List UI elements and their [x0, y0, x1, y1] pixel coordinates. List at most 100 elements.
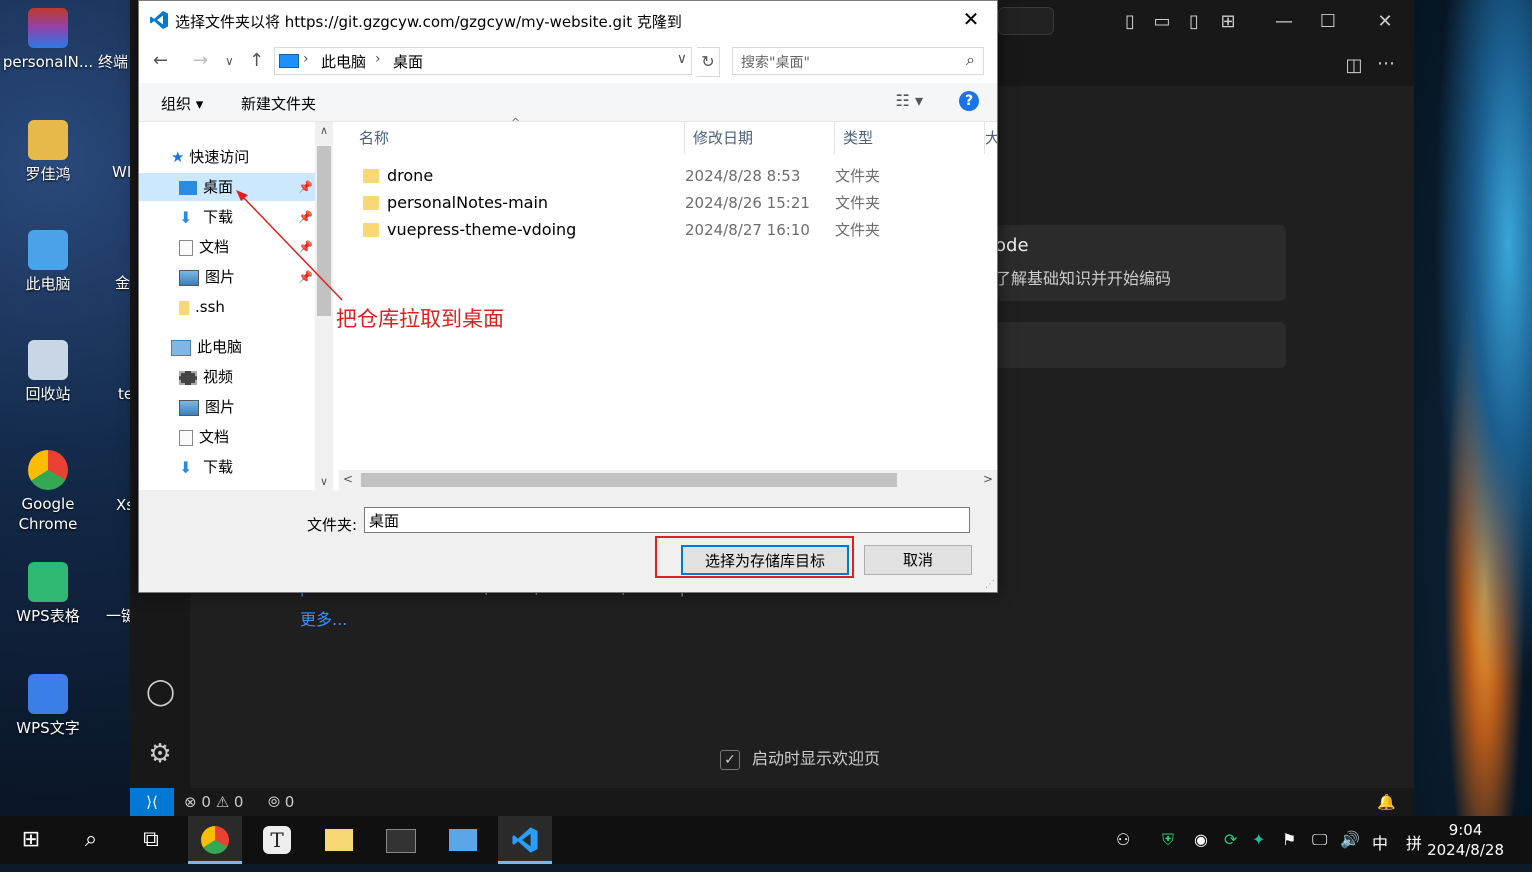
customize-layout-icon[interactable]: ⊞	[1214, 10, 1242, 34]
new-folder-button[interactable]: 新建文件夹	[241, 93, 316, 114]
cancel-button[interactable]: 取消	[864, 545, 972, 575]
navigation-pane: ★ 快速访问 桌面 📌 ⬇ 下载 📌 文档 📌 图片 📌 .ssh 此电脑 视频	[139, 122, 335, 490]
back-arrow-icon[interactable]: ←	[153, 51, 168, 71]
scrollbar-thumb[interactable]	[317, 146, 331, 316]
nav-this-pc[interactable]: 此电脑	[139, 333, 317, 361]
file-list-hscrollbar[interactable]: < >	[339, 470, 997, 490]
nav-item-downloads[interactable]: ⬇ 下载 📌	[139, 203, 317, 231]
address-bar[interactable]: › 此电脑 › 桌面 ∨	[274, 47, 692, 75]
breadcrumb-separator-icon[interactable]: ›	[375, 51, 381, 67]
welcome-walkthrough-card[interactable]: ode 了解基础知识并开始编码	[995, 225, 1286, 301]
desktop-icon-this-pc[interactable]: 此电脑	[0, 230, 96, 294]
taskbar-terminal-icon[interactable]	[374, 816, 428, 864]
ports-indicator[interactable]: ⦾ 0	[268, 792, 294, 812]
checkbox-checked-icon[interactable]: ✓	[720, 749, 740, 770]
maximize-icon[interactable]: ☐	[1314, 10, 1342, 34]
security-shield-icon[interactable]: ⛨	[1162, 830, 1174, 850]
pin-icon[interactable]: 📌	[298, 173, 313, 201]
file-row[interactable]: vuepress-theme-vdoing 2024/8/27 16:10 文件…	[335, 217, 985, 243]
organize-menu[interactable]: 组织 ▾	[161, 93, 203, 114]
nav-item-pictures-pc[interactable]: 图片	[139, 393, 317, 421]
close-window-icon[interactable]: ✕	[1371, 10, 1399, 34]
close-icon[interactable]: ✕	[959, 7, 983, 31]
search-icon[interactable]: ⌕	[64, 816, 118, 864]
nav-item-desktop[interactable]: 桌面 📌	[139, 173, 317, 201]
nav-quick-access[interactable]: ★ 快速访问	[139, 143, 317, 171]
pin-icon[interactable]: 📌	[298, 203, 313, 231]
tray-notification-app-icon[interactable]: ⚑	[1282, 830, 1296, 849]
taskbar-chrome-icon[interactable]	[188, 816, 242, 864]
task-view-icon[interactable]: ⧉	[124, 816, 178, 864]
taskbar-app-icon[interactable]	[436, 816, 490, 864]
command-center[interactable]	[998, 7, 1054, 35]
file-row[interactable]: personalNotes-main 2024/8/26 15:21 文件夹	[335, 190, 985, 216]
tray-sync-icon[interactable]: ⟳	[1224, 830, 1237, 849]
desktop-icon-wps-sheet[interactable]: WPS表格	[0, 562, 96, 626]
more-recent-link[interactable]: 更多...	[300, 606, 347, 630]
forward-arrow-icon[interactable]: →	[193, 51, 208, 71]
document-icon	[179, 239, 193, 256]
remote-indicator-icon[interactable]: ⟩⟨	[130, 788, 174, 816]
notifications-bell-icon[interactable]: 🔔	[1377, 792, 1396, 812]
volume-icon[interactable]: 🔊	[1340, 830, 1360, 849]
settings-gear-icon[interactable]: ⚙	[146, 741, 174, 767]
scroll-up-icon[interactable]: ∧	[315, 124, 333, 137]
desktop-icon-wps-writer[interactable]: WPS文字	[0, 674, 96, 738]
problems-indicator[interactable]: ⊗ 0 ⚠ 0	[184, 792, 243, 812]
tray-network-app-icon[interactable]: ✦	[1252, 830, 1265, 849]
search-box[interactable]: 搜索"桌面" ⌕	[732, 47, 984, 75]
scrollbar-thumb[interactable]	[361, 473, 897, 487]
scroll-right-icon[interactable]: >	[983, 472, 993, 486]
file-row[interactable]: drone 2024/8/28 8:53 文件夹	[335, 163, 985, 189]
up-arrow-icon[interactable]: ↑	[249, 51, 264, 71]
resize-grip-icon[interactable]: ⋰	[985, 579, 995, 590]
help-icon[interactable]: ?	[959, 91, 979, 111]
column-header-size[interactable]: 大	[985, 122, 997, 154]
ime-indicator[interactable]: 中	[1372, 830, 1388, 854]
breadcrumb-separator-icon[interactable]: ›	[303, 51, 309, 67]
refresh-icon[interactable]: ↻	[697, 47, 720, 77]
toggle-sidebar-icon[interactable]: ▯	[1116, 10, 1144, 34]
pin-icon[interactable]: 📌	[298, 263, 313, 291]
scroll-left-icon[interactable]: <	[343, 472, 353, 486]
desktop-icon-chrome[interactable]: Google Chrome	[0, 450, 96, 534]
nav-item-pictures[interactable]: 图片 📌	[139, 263, 317, 291]
people-icon[interactable]: ⚇	[1116, 830, 1130, 849]
nav-item-videos[interactable]: 视频	[139, 363, 317, 391]
view-options-icon[interactable]: ☷ ▾	[896, 91, 923, 110]
network-icon[interactable]: 🖵	[1312, 830, 1327, 850]
taskbar-file-explorer-icon[interactable]	[312, 816, 366, 864]
split-editor-icon[interactable]: ◫	[1340, 54, 1368, 78]
account-icon[interactable]: ◯	[146, 679, 175, 705]
desktop-icon-winrar[interactable]: personalN...	[0, 8, 96, 72]
start-windows-icon[interactable]: ⊞	[4, 816, 58, 864]
column-header-type[interactable]: 类型	[835, 122, 985, 154]
pin-icon[interactable]: 📌	[298, 233, 313, 261]
taskbar-typora-icon[interactable]: T	[250, 816, 304, 864]
tray-app-icon[interactable]: ◉	[1194, 830, 1208, 849]
breadcrumb-this-pc[interactable]: 此电脑	[321, 51, 366, 72]
column-header-date[interactable]: 修改日期	[685, 122, 835, 154]
folder-name-input[interactable]: 桌面	[364, 507, 970, 533]
system-clock[interactable]: 9:04 2024/8/28	[1427, 820, 1504, 860]
desktop-icon-user[interactable]: 罗佳鸿	[0, 120, 96, 184]
toggle-secondary-sidebar-icon[interactable]: ▯	[1180, 10, 1208, 34]
more-actions-icon[interactable]: ⋯	[1372, 52, 1400, 76]
nav-scrollbar[interactable]: ∧ ∨	[315, 122, 333, 490]
nav-item-downloads-pc[interactable]: ⬇ 下载	[139, 453, 317, 481]
toggle-panel-icon[interactable]: ▭	[1148, 10, 1176, 34]
ime-mode-icon[interactable]: 拼	[1406, 830, 1422, 854]
show-welcome-on-startup[interactable]: ✓ 启动时显示欢迎页	[720, 748, 880, 770]
breadcrumb-desktop[interactable]: 桌面	[393, 51, 423, 72]
nav-item-ssh[interactable]: .ssh	[139, 293, 317, 321]
taskbar-vscode-icon[interactable]	[498, 816, 552, 864]
desktop-icon-recycle-bin[interactable]: 回收站	[0, 340, 96, 404]
recent-locations-chevron-icon[interactable]: ∨	[225, 51, 234, 71]
nav-item-documents[interactable]: 文档 📌	[139, 233, 317, 261]
search-input[interactable]: 搜索"桌面"	[741, 52, 810, 72]
nav-item-documents-pc[interactable]: 文档	[139, 423, 317, 451]
welcome-walkthrough-card-2[interactable]	[995, 322, 1286, 368]
address-dropdown-icon[interactable]: ∨	[677, 51, 687, 67]
scroll-down-icon[interactable]: ∨	[315, 475, 333, 488]
minimize-icon[interactable]: —	[1270, 10, 1298, 34]
